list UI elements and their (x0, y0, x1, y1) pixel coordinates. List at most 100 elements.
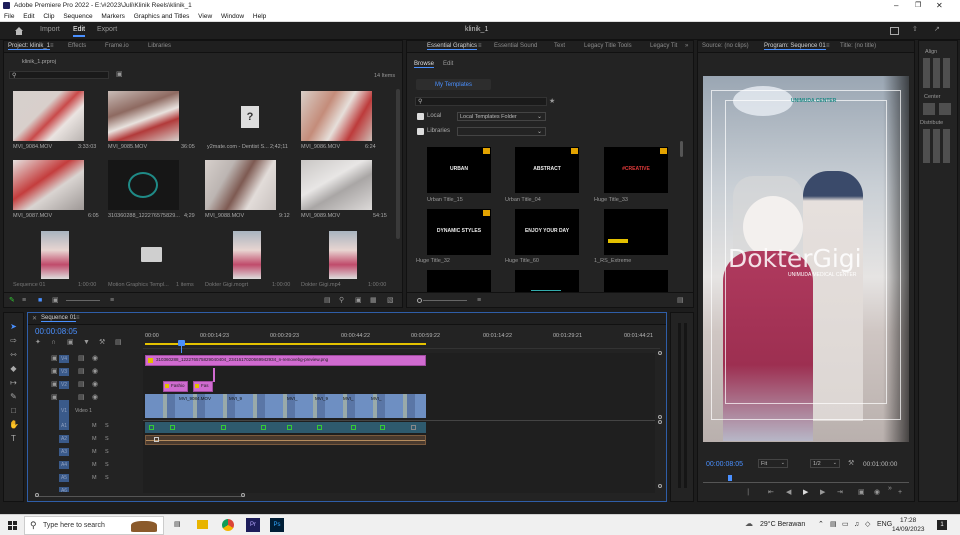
tab-edit[interactable]: Edit (73, 26, 86, 37)
template-huge60[interactable]: ENJOY YOUR DAY (515, 209, 579, 255)
local-folder-dropdown[interactable]: Local Templates Folder ⌄ (457, 112, 546, 121)
thumb-mvi9086[interactable] (301, 91, 372, 141)
track-label-v3[interactable]: V3 (59, 368, 69, 376)
tab-libraries[interactable]: Libraries (148, 43, 171, 49)
timeline-hscroll[interactable] (35, 493, 245, 497)
premiere-taskbar-icon[interactable]: Pr (246, 518, 260, 532)
overflow-icon[interactable]: » (888, 485, 892, 493)
mute-button[interactable]: M (92, 449, 97, 455)
track-label-a5[interactable]: A5 (59, 474, 69, 482)
mute-button[interactable]: M (92, 475, 97, 481)
timeline-vscroll[interactable] (658, 351, 662, 491)
tab-sequence01[interactable]: Sequence 01 (41, 315, 77, 322)
template-urban04[interactable]: ABSTRACT (515, 147, 579, 193)
project-scrollbar[interactable] (396, 89, 400, 239)
menu-help[interactable]: Help (253, 13, 266, 20)
scroll-handle-icon[interactable] (658, 415, 662, 419)
tab-essential-menu[interactable]: ≡ (478, 43, 482, 49)
align-buttons[interactable] (923, 58, 953, 88)
tab-sequence-menu[interactable]: ≡ (76, 315, 80, 321)
solo-button[interactable]: S (105, 449, 109, 455)
export-frame-icon[interactable]: ▣ (858, 489, 865, 497)
distribute-buttons[interactable] (923, 129, 953, 163)
tab-import[interactable]: Import (40, 26, 60, 33)
center-buttons[interactable] (923, 103, 953, 115)
minimize-button[interactable]: – (894, 0, 898, 11)
template-urban15[interactable]: URBAN (427, 147, 491, 193)
freeform-view-icon[interactable]: ▣ (52, 297, 59, 305)
lock-icon[interactable]: ▣ (51, 381, 58, 389)
clip-audio-a2[interactable] (145, 435, 426, 445)
program-video-frame[interactable]: UNIMUDA CENTER DokterGigi UNIMUDA MEDICA… (703, 76, 909, 442)
track-label-a6[interactable]: A6 (59, 487, 69, 494)
list-view-icon[interactable]: ≡ (22, 297, 26, 305)
notification-icon[interactable]: 1 (937, 520, 947, 530)
eye-icon[interactable]: ◉ (92, 394, 98, 402)
solo-button[interactable]: S (105, 462, 109, 468)
thumb-sequence01[interactable] (41, 231, 69, 279)
eye-icon[interactable]: ◉ (92, 381, 98, 389)
rectangle-tool-icon[interactable]: □ (9, 406, 18, 415)
tab-program[interactable]: Program: Sequence 01 (764, 43, 826, 50)
work-area-bar[interactable] (145, 343, 426, 345)
file-explorer-icon[interactable] (197, 520, 208, 529)
thumbnail-size-slider[interactable] (423, 300, 467, 301)
track-label-a1[interactable]: A1 (59, 422, 69, 430)
thumb-mvi9089[interactable] (301, 160, 372, 210)
mute-button[interactable]: M (92, 436, 97, 442)
lock-icon[interactable]: ▣ (51, 394, 58, 402)
timeline-timecode[interactable]: 00:00:08:05 (35, 327, 77, 336)
wrench-icon[interactable]: ⚒ (848, 460, 854, 468)
thumb-mvi9088[interactable] (205, 160, 276, 210)
menu-window[interactable]: Window (221, 13, 244, 20)
thumb-mvi9087[interactable] (13, 160, 84, 210)
tab-title[interactable]: Title: (no title) (840, 43, 876, 49)
track-select-icon[interactable]: ⇨ (9, 336, 18, 345)
new-bin-bottom-icon[interactable]: ▣ (355, 297, 362, 305)
panel-overflow-icon[interactable]: » (685, 43, 688, 49)
project-search-input[interactable]: ⚲ (9, 71, 109, 79)
playhead-handle-icon[interactable] (178, 340, 185, 346)
tab-project[interactable]: Project: klinik_1 (8, 43, 51, 50)
thumb-dokter-gigi-mp4[interactable] (329, 231, 357, 279)
timeline-settings-icon[interactable]: ⚒ (99, 339, 105, 347)
program-timecode[interactable]: 00:00:08:05 (706, 461, 743, 468)
razor-tool-icon[interactable]: ◆ (9, 364, 18, 373)
battery-icon[interactable]: ▭ (842, 521, 849, 529)
thumb-mvi9085[interactable] (108, 91, 179, 141)
slip-tool-icon[interactable]: ↦ (9, 378, 18, 387)
maximize-button[interactable]: ❐ (915, 0, 921, 11)
tab-text[interactable]: Text (554, 43, 565, 49)
clock-date[interactable]: 14/09/2023 (892, 526, 925, 533)
playhead-icon[interactable] (728, 475, 732, 481)
ripple-edit-icon[interactable]: ⇿ (9, 350, 18, 359)
task-view-icon[interactable]: ▤ (174, 521, 181, 529)
clip-fashion-1[interactable]: Fashio (163, 381, 188, 392)
sync-lock-icon[interactable]: ▤ (78, 381, 85, 389)
timeline-close-icon[interactable]: ✕ (32, 315, 37, 322)
template-huge33[interactable]: #CREATIVE (604, 147, 668, 193)
go-to-in-icon[interactable]: ⇤ (768, 489, 774, 497)
sync-lock-icon[interactable]: ▤ (78, 368, 85, 376)
tab-source[interactable]: Source: (no clips) (702, 43, 749, 49)
star-icon[interactable]: ★ (549, 98, 555, 106)
pencil-icon[interactable]: ✎ (9, 297, 15, 305)
step-forward-icon[interactable]: ▶ (820, 489, 825, 497)
tab-edit-graphics[interactable]: Edit (443, 61, 453, 67)
linked-selection-icon[interactable]: ▣ (67, 339, 74, 347)
lock-icon[interactable]: ▣ (51, 368, 58, 376)
workspaces-icon[interactable] (890, 27, 899, 35)
track-label-a4[interactable]: A4 (59, 461, 69, 469)
play-icon[interactable]: ▶ (803, 489, 808, 497)
scroll-handle-icon[interactable] (658, 420, 662, 424)
track-label-a3[interactable]: A3 (59, 448, 69, 456)
thumb-dokter-gigi-mogrt[interactable] (233, 231, 261, 279)
menu-markers[interactable]: Markers (101, 13, 124, 20)
mark-in-icon[interactable]: ⎸ (748, 489, 755, 497)
new-bin-icon[interactable]: ▣ (116, 71, 123, 79)
thumb-logo-png[interactable] (108, 160, 179, 210)
hand-tool-icon[interactable]: ✋ (9, 420, 19, 429)
program-scrubber[interactable] (703, 475, 909, 483)
snap-icon[interactable]: ∩ (51, 339, 56, 347)
chrome-icon[interactable] (222, 519, 234, 531)
